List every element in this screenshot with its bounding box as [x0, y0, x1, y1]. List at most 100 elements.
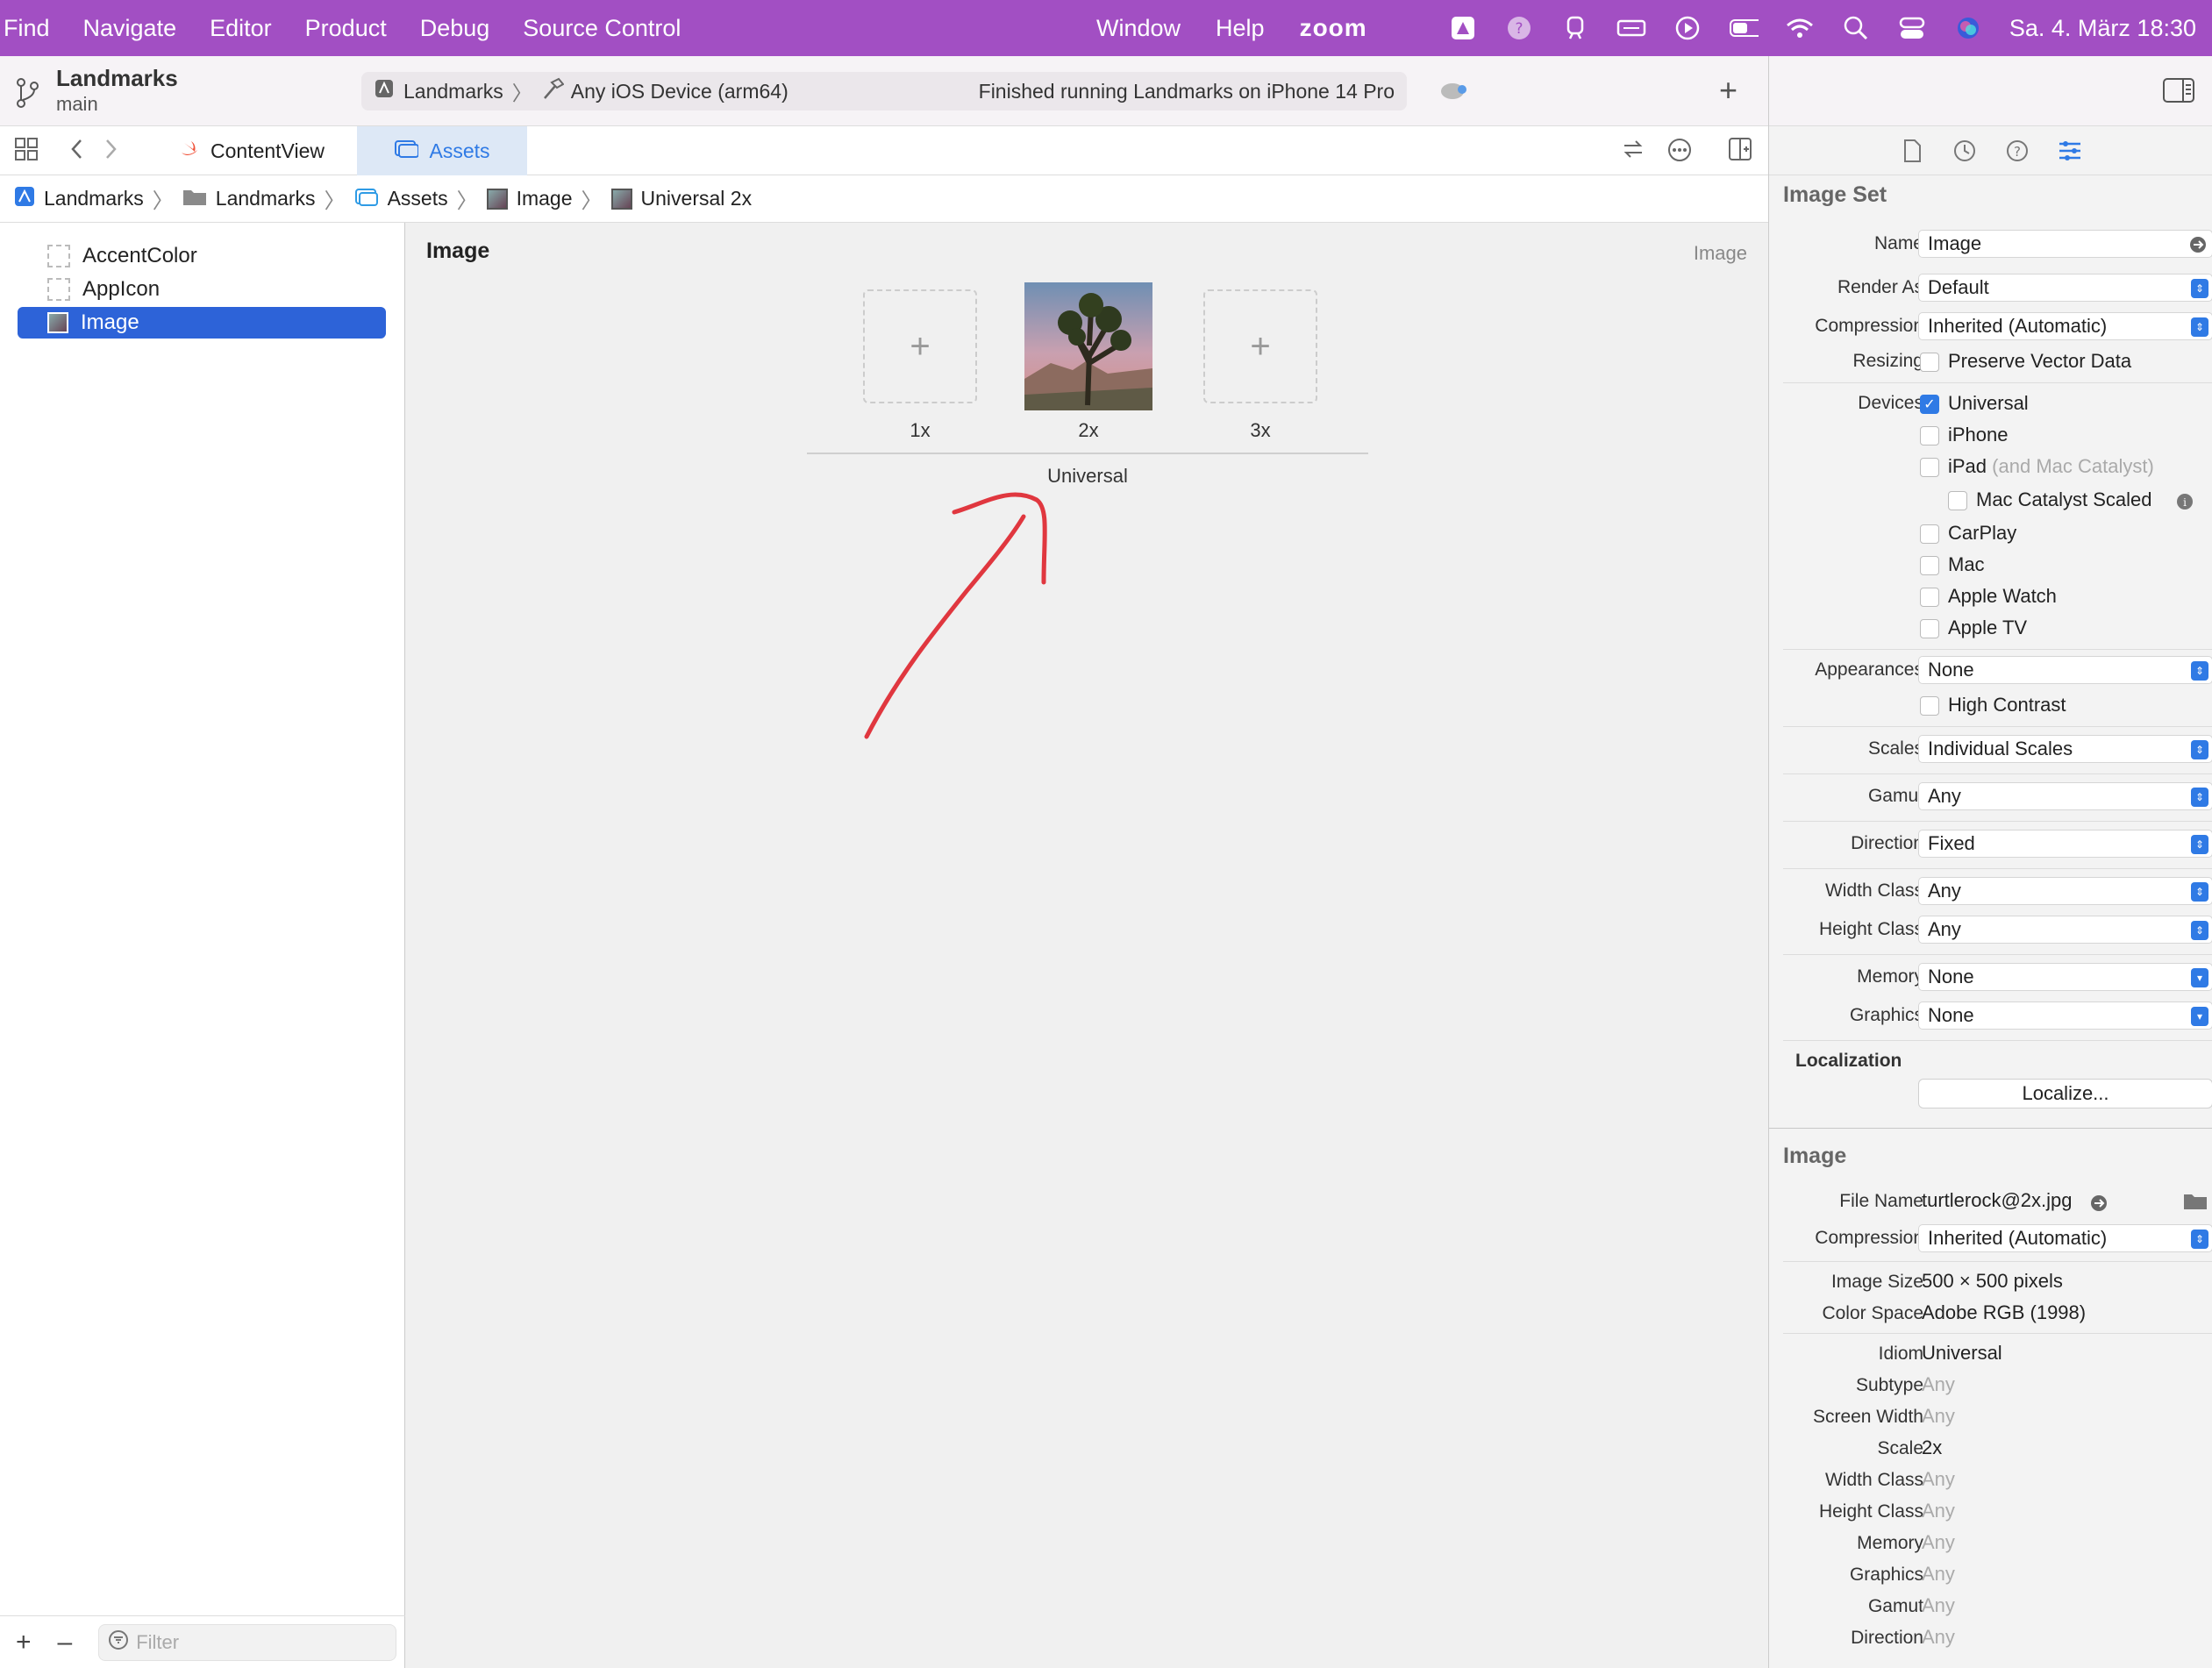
wifi-icon[interactable]	[1785, 15, 1815, 41]
project-title: Landmarks	[56, 65, 178, 91]
inspector-tabs: ?	[1769, 126, 2212, 175]
tab-assets[interactable]: Assets	[357, 126, 527, 175]
menu-window[interactable]: Window	[1096, 15, 1181, 42]
menu-help[interactable]: Help	[1216, 15, 1265, 42]
detail-direction-value: Any	[1922, 1626, 1955, 1648]
forward-icon[interactable]	[102, 137, 119, 168]
menu-navigate[interactable]: Navigate	[83, 15, 177, 42]
project-icon	[14, 186, 35, 212]
zoom-status-item[interactable]: zoom	[1300, 14, 1367, 42]
swap-icon[interactable]	[1621, 137, 1645, 168]
row-apple-watch: Apple Watch	[1769, 582, 2212, 612]
chevron-right-icon: 〉	[511, 82, 532, 104]
train-icon[interactable]	[1560, 15, 1590, 41]
direction-popup[interactable]: Fixed ⇕	[1918, 830, 2212, 858]
breadcrumb-universal-2x[interactable]: Universal 2x	[610, 187, 752, 210]
preserve-vector-checkbox[interactable]	[1920, 353, 1939, 372]
mac-catalyst-scaled-checkbox[interactable]	[1948, 491, 1967, 510]
memory-popup[interactable]: None ▾	[1918, 963, 2212, 991]
search-icon[interactable]	[1841, 15, 1871, 41]
asset-item-accentcolor[interactable]: AccentColor	[18, 240, 386, 272]
ipad-checkbox[interactable]	[1920, 458, 1939, 477]
menu-source-control[interactable]: Source Control	[523, 15, 681, 42]
siri-icon[interactable]	[1953, 15, 1983, 41]
row-scales: Scales Individual Scales ⇕	[1769, 735, 2212, 765]
add-icon[interactable]: +	[16, 1628, 32, 1657]
arrow-circle-icon[interactable]	[2090, 1194, 2108, 1216]
divider	[1783, 726, 2212, 727]
tab-contentview[interactable]: ContentView	[161, 126, 342, 175]
breadcrumb-group[interactable]: Landmarks	[182, 187, 316, 211]
mac-checkbox[interactable]	[1920, 556, 1939, 575]
toggle-inspector-icon[interactable]	[2162, 77, 2195, 108]
carplay-checkbox[interactable]	[1920, 524, 1939, 544]
gamut-popup[interactable]: Any ⇕	[1918, 782, 2212, 810]
compression-popup[interactable]: Inherited (Automatic) ⇕	[1918, 312, 2212, 340]
more-options-icon[interactable]	[1666, 137, 1693, 169]
name-field[interactable]: Image	[1918, 230, 2212, 258]
detail-memory-value: Any	[1922, 1531, 1955, 1553]
breadcrumb-image[interactable]: Image	[486, 187, 573, 210]
apple-tv-checkbox[interactable]	[1920, 619, 1939, 638]
svg-text:?: ?	[2014, 144, 2021, 160]
section-title-image-set: Image Set	[1783, 182, 1887, 207]
arrow-circle-icon[interactable]	[2189, 236, 2207, 259]
help-inspector-icon[interactable]: ?	[2004, 138, 2030, 164]
row-name: Name Image	[1769, 230, 2212, 260]
keyboard-icon[interactable]	[1616, 15, 1646, 41]
apple-watch-checkbox[interactable]	[1920, 588, 1939, 607]
cloud-icon[interactable]	[1438, 79, 1470, 104]
render-as-popup[interactable]: Default ⇕	[1918, 274, 2212, 302]
appearances-popup[interactable]: None ⇕	[1918, 656, 2212, 684]
menu-debug[interactable]: Debug	[420, 15, 490, 42]
breadcrumb-assets[interactable]: Assets	[354, 186, 448, 212]
help-circle-icon[interactable]: ?	[1504, 15, 1534, 41]
height-class-popup[interactable]: Any ⇕	[1918, 916, 2212, 944]
branch-icon[interactable]	[14, 77, 40, 113]
info-icon[interactable]: i	[2176, 493, 2194, 515]
scales-popup[interactable]: Individual Scales ⇕	[1918, 735, 2212, 763]
breadcrumb-project[interactable]: Landmarks	[14, 186, 144, 212]
play-circle-icon[interactable]	[1673, 15, 1702, 41]
history-inspector-icon[interactable]	[1952, 138, 1978, 164]
popup-arrows-icon: ⇕	[2191, 740, 2208, 759]
universal-checkbox[interactable]: ✓	[1920, 395, 1939, 414]
img-compression-value: Inherited (Automatic)	[1928, 1227, 2108, 1249]
filter-field[interactable]: Filter	[98, 1623, 397, 1661]
localize-button[interactable]: Localize...	[1918, 1079, 2212, 1108]
battery-icon[interactable]	[1729, 15, 1759, 41]
chevron-down-icon: ▾	[2191, 968, 2208, 987]
high-contrast-checkbox[interactable]	[1920, 696, 1939, 716]
img-compression-label: Compression	[1815, 1228, 1923, 1248]
mac-label: Mac	[1948, 553, 1985, 575]
svg-text:?: ?	[1515, 20, 1523, 38]
row-high-contrast: High Contrast	[1769, 691, 2212, 721]
menu-clock[interactable]: Sa. 4. März 18:30	[2009, 15, 2196, 42]
graphics-popup[interactable]: None ▾	[1918, 1002, 2212, 1030]
attributes-inspector-icon[interactable]	[2057, 138, 2083, 164]
folder-icon[interactable]	[2183, 1191, 2208, 1215]
asset-item-image[interactable]: Image	[18, 307, 386, 339]
file-name-label: File Name	[1839, 1191, 1923, 1211]
remove-icon[interactable]: –	[58, 1628, 73, 1657]
img-compression-popup[interactable]: Inherited (Automatic) ⇕	[1918, 1224, 2212, 1252]
width-class-popup[interactable]: Any ⇕	[1918, 877, 2212, 905]
divider	[1783, 382, 2212, 383]
control-center-icon[interactable]	[1897, 15, 1927, 41]
high-contrast-label: High Contrast	[1948, 694, 2066, 716]
add-button[interactable]: +	[1719, 72, 1737, 109]
back-icon[interactable]	[68, 137, 86, 168]
drive-icon[interactable]	[1448, 15, 1478, 41]
scheme-selector[interactable]: Landmarks	[403, 80, 503, 103]
asset-item-appicon[interactable]: AppIcon	[18, 274, 386, 305]
iphone-checkbox[interactable]	[1920, 426, 1939, 446]
split-editor-icon[interactable]	[1728, 137, 1752, 168]
menu-editor[interactable]: Editor	[210, 15, 272, 42]
destination-selector[interactable]: Any iOS Device (arm64)	[571, 80, 788, 103]
file-inspector-icon[interactable]	[1899, 138, 1925, 164]
menu-find[interactable]: Find	[4, 15, 50, 42]
grid-icon[interactable]	[14, 137, 39, 168]
menu-product[interactable]: Product	[305, 15, 387, 42]
popup-arrows-icon: ⇕	[2191, 1230, 2208, 1249]
compression-value: Inherited (Automatic)	[1928, 315, 2108, 337]
